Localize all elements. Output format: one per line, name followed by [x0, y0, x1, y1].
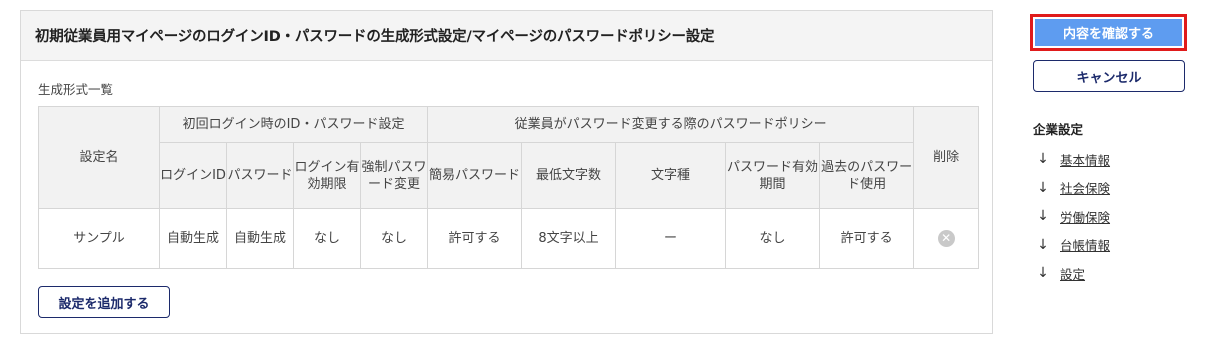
sidebar-link-labor-insurance[interactable]: 労働保険 — [1060, 207, 1110, 226]
confirm-button[interactable]: 内容を確認する — [1035, 19, 1182, 46]
header-password: パスワード — [226, 142, 294, 209]
sidebar-link-settings[interactable]: 設定 — [1060, 264, 1085, 283]
header-group-policy: 従業員がパスワード変更する際のパスワードポリシー — [427, 106, 915, 143]
arrow-down-icon: ↓ — [1037, 151, 1049, 168]
table-subheader-row: ログインID パスワード ログイン有効期限 強制パスワード変更 簡易パスワード … — [39, 142, 979, 209]
sidebar-link-basic-info[interactable]: 基本情報 — [1060, 150, 1110, 169]
cell-past-password: 許可する — [819, 208, 915, 269]
cell-password: 自動生成 — [226, 208, 294, 269]
sidebar-item-settings: ↓ 設定 — [1036, 259, 1110, 288]
arrow-down-icon: ↓ — [1037, 236, 1049, 253]
panel-title: 初期従業員用マイページのログインID・パスワードの生成形式設定/マイページのパス… — [35, 29, 715, 45]
header-forced-change: 強制パスワード変更 — [359, 142, 429, 209]
sidebar-link-social-insurance[interactable]: 社会保険 — [1060, 178, 1110, 197]
cell-min-length: 8文字以上 — [521, 208, 617, 269]
arrow-down-icon: ↓ — [1037, 265, 1049, 282]
cell-forced-change: なし — [359, 208, 429, 269]
header-password-validity: パスワード有効期間 — [725, 142, 821, 209]
arrow-down-icon: ↓ — [1037, 179, 1049, 196]
cell-login-id: 自動生成 — [159, 208, 227, 269]
sidebar-item-basic-info: ↓ 基本情報 — [1036, 145, 1110, 174]
header-login-expiry: ログイン有効期限 — [293, 142, 361, 209]
header-char-types: 文字種 — [615, 142, 727, 209]
sidebar-item-social-insurance: ↓ 社会保険 — [1036, 174, 1110, 203]
header-setting-name: 設定名 — [38, 106, 160, 209]
header-min-length: 最低文字数 — [521, 142, 617, 209]
table-row: サンプル 自動生成 自動生成 なし なし 許可する 8文字以上 ー なし 許可す… — [38, 208, 980, 269]
section-label: 生成形式一覧 — [38, 82, 114, 97]
cell-password-validity: なし — [725, 208, 821, 269]
sidebar-item-labor-insurance: ↓ 労働保険 — [1036, 202, 1110, 231]
add-setting-button[interactable]: 設定を追加する — [38, 286, 170, 318]
settings-panel: 初期従業員用マイページのログインID・パスワードの生成形式設定/マイページのパス… — [20, 10, 993, 334]
header-group-initial: 初回ログイン時のID・パスワード設定 — [158, 106, 429, 143]
table-header-row: 設定名 初回ログイン時のID・パスワード設定 従業員がパスワード変更する際のパス… — [38, 106, 980, 209]
header-past-password: 過去のパスワード使用 — [819, 142, 915, 209]
sidebar-item-ledger-info: ↓ 台帳情報 — [1036, 231, 1110, 260]
cell-setting-name: サンプル — [38, 208, 160, 269]
sidebar-link-ledger-info[interactable]: 台帳情報 — [1060, 235, 1110, 254]
confirm-button-highlight: 内容を確認する — [1030, 14, 1187, 51]
sidebar-links: ↓ 基本情報 ↓ 社会保険 ↓ 労働保険 ↓ 台帳情報 ↓ 設定 — [1036, 145, 1110, 288]
cancel-button[interactable]: キャンセル — [1033, 60, 1185, 92]
cell-char-types: ー — [615, 208, 727, 269]
cell-delete: ✕ — [913, 208, 980, 269]
sidebar-heading: 企業設定 — [1033, 122, 1084, 137]
panel-header: 初期従業員用マイページのログインID・パスワードの生成形式設定/マイページのパス… — [21, 11, 992, 61]
header-simple-password: 簡易パスワード — [427, 142, 523, 209]
cell-simple-password: 許可する — [427, 208, 523, 269]
header-delete: 削除 — [913, 106, 980, 209]
cell-login-expiry: なし — [293, 208, 361, 269]
arrow-down-icon: ↓ — [1037, 208, 1049, 225]
header-login-id: ログインID — [159, 142, 227, 209]
delete-icon[interactable]: ✕ — [937, 230, 955, 247]
format-table: 設定名 初回ログイン時のID・パスワード設定 従業員がパスワード変更する際のパス… — [38, 106, 980, 269]
